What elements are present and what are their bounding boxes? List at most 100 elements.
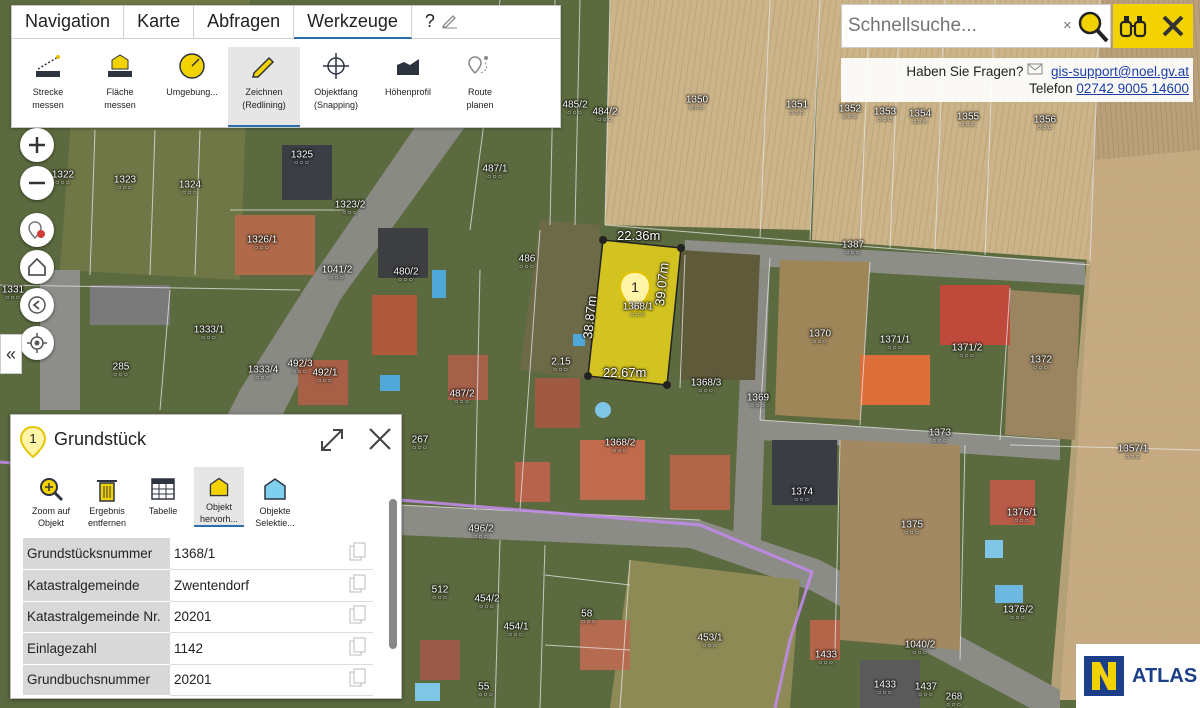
copy-icon bbox=[349, 637, 366, 656]
copy-button[interactable] bbox=[339, 538, 373, 570]
support-phone-link[interactable]: 02742 9005 14600 bbox=[1076, 81, 1189, 96]
ptool-label-line1: Objekte bbox=[259, 506, 291, 516]
home-button[interactable] bbox=[20, 250, 54, 284]
parcel-dots: ○○○ bbox=[113, 371, 129, 379]
parcel-dots: ○○○ bbox=[508, 631, 524, 639]
tool-label-line1: Objektfang bbox=[314, 87, 358, 97]
binoculars-icon bbox=[1119, 16, 1147, 38]
parcel-number-label: 1351 ○○○ bbox=[786, 100, 808, 117]
search-icon[interactable] bbox=[1076, 9, 1110, 45]
attribute-key: Einlagezahl bbox=[23, 632, 170, 665]
parcel-number-label: 1433 ○○○ bbox=[874, 680, 896, 697]
parcel-dots: ○○○ bbox=[182, 189, 198, 197]
parcel-number-label: 1333/4 ○○○ bbox=[248, 365, 279, 382]
parcel-number-label: 1350 ○○○ bbox=[686, 95, 708, 112]
location-pin-button[interactable] bbox=[20, 213, 54, 247]
table-icon bbox=[151, 478, 175, 500]
copy-icon bbox=[349, 542, 366, 561]
parcel-number-label: 453/1 ○○○ bbox=[697, 633, 722, 650]
select-objects-button[interactable]: Objekte Selektie... bbox=[247, 467, 303, 537]
crosshair-icon bbox=[323, 53, 349, 79]
redlining-button[interactable]: Zeichnen (Redlining) bbox=[228, 47, 300, 127]
close-search-button[interactable] bbox=[1153, 4, 1193, 48]
parcel-dots: ○○○ bbox=[887, 344, 903, 352]
parcel-dots: ○○○ bbox=[117, 184, 133, 192]
area-measure-icon bbox=[108, 54, 132, 77]
quick-search-box: × bbox=[841, 4, 1111, 48]
attribute-row: Katastralgemeinde Nr. 20201 bbox=[23, 601, 373, 633]
attribute-row: Grundstücksnummer 1368/1 bbox=[23, 538, 373, 570]
attribute-key: Grundbuchsnummer bbox=[23, 664, 170, 696]
parcel-number-label: 1323 ○○○ bbox=[114, 175, 136, 192]
clear-search-button[interactable]: × bbox=[1063, 17, 1072, 34]
locate-me-button[interactable] bbox=[20, 326, 54, 360]
parcel-number-label: 486 ○○○ bbox=[519, 254, 536, 271]
parcel-dots: ○○○ bbox=[479, 603, 495, 611]
zoom-to-object-button[interactable]: Zoom auf Objekt bbox=[23, 467, 79, 537]
advanced-search-button[interactable] bbox=[1113, 4, 1153, 48]
back-button[interactable] bbox=[20, 288, 54, 322]
arrow-left-icon bbox=[28, 296, 46, 314]
copy-button[interactable] bbox=[339, 601, 373, 633]
snapping-button[interactable]: Objektfang (Snapping) bbox=[300, 47, 372, 127]
expand-icon[interactable] bbox=[319, 427, 345, 453]
zoom-out-button[interactable] bbox=[20, 166, 54, 200]
parcel-dots: ○○○ bbox=[959, 352, 975, 360]
tab-werkzeuge[interactable]: Werkzeuge bbox=[294, 6, 412, 39]
parcel-dots: ○○○ bbox=[1037, 124, 1053, 132]
tool-bar: Strecke messen Fläche messen Umgebung...… bbox=[12, 39, 560, 127]
zoom-in-button[interactable] bbox=[20, 128, 54, 162]
parcel-dots: ○○○ bbox=[581, 618, 597, 626]
parcel-dots: ○○○ bbox=[473, 533, 489, 541]
collapse-sidebar-button[interactable]: « bbox=[0, 334, 22, 374]
noe-logo-icon bbox=[1084, 656, 1124, 696]
table-button[interactable]: Tabelle bbox=[135, 467, 191, 537]
search-input[interactable] bbox=[848, 15, 1058, 37]
remove-result-button[interactable]: Ergebnis entfernen bbox=[79, 467, 135, 537]
parcel-info-panel: 1 Grundstück Zoom auf Objekt Ergebnis en… bbox=[10, 414, 402, 699]
parcel-dots: ○○○ bbox=[487, 173, 503, 181]
parcel-number-label: 1433 ○○○ bbox=[815, 650, 837, 667]
measure-area-button[interactable]: Fläche messen bbox=[84, 47, 156, 127]
parcel-number-label: 1355 ○○○ bbox=[957, 112, 979, 129]
parcel-dots: ○○○ bbox=[317, 377, 333, 385]
parcel-dots: ○○○ bbox=[912, 649, 928, 657]
panel-toolbar: Zoom auf Objekt Ergebnis entfernen Tabel… bbox=[11, 467, 401, 537]
parcel-number-label: 1354 ○○○ bbox=[909, 109, 931, 126]
close-panel-icon[interactable] bbox=[367, 426, 393, 452]
measure-distance-button[interactable]: Strecke messen bbox=[12, 47, 84, 127]
pencil-icon bbox=[252, 56, 275, 78]
tab-help[interactable]: ? bbox=[412, 6, 472, 39]
parcel-number-label: 487/2 ○○○ bbox=[449, 389, 474, 406]
tab-karte[interactable]: Karte bbox=[124, 6, 195, 39]
parcel-number-label: 1353 ○○○ bbox=[874, 107, 896, 124]
parcel-number-label: 58 ○○○ bbox=[581, 609, 597, 626]
parcel-dots: ○○○ bbox=[630, 311, 646, 319]
scrollbar-thumb[interactable] bbox=[389, 499, 397, 649]
parcel-number-label: 492/3 ○○○ bbox=[287, 359, 312, 376]
attribute-value: 20201 bbox=[170, 601, 339, 633]
parcel-number-label: 1375 ○○○ bbox=[901, 520, 923, 537]
surroundings-button[interactable]: Umgebung... bbox=[156, 47, 228, 127]
parcel-dots: ○○○ bbox=[845, 249, 861, 257]
parcel-dots: ○○○ bbox=[519, 263, 535, 271]
tab-abfragen[interactable]: Abfragen bbox=[194, 6, 295, 39]
route-planning-button[interactable]: Route planen bbox=[444, 47, 516, 127]
parcel-number-label: 55 ○○○ bbox=[478, 682, 494, 699]
copy-button[interactable] bbox=[339, 664, 373, 696]
parcel-dots: ○○○ bbox=[329, 274, 345, 282]
panel-header: 1 Grundstück bbox=[11, 415, 401, 467]
route-pin-icon bbox=[468, 56, 488, 75]
attribute-row: Katastralgemeinde Zwentendorf bbox=[23, 569, 373, 602]
copy-button[interactable] bbox=[339, 569, 373, 602]
support-email-link[interactable]: gis-support@noel.gv.at bbox=[1051, 64, 1189, 79]
copy-button[interactable] bbox=[339, 632, 373, 665]
zoom-to-object-icon bbox=[40, 478, 64, 502]
parcel-number-label: 268 ○○○ bbox=[946, 692, 963, 708]
parcel-dots: ○○○ bbox=[912, 118, 928, 126]
highlight-object-button[interactable]: Objekt hervorh... bbox=[194, 467, 244, 527]
tab-navigation[interactable]: Navigation bbox=[12, 6, 125, 39]
trash-icon bbox=[97, 480, 117, 502]
panel-scrollbar[interactable] bbox=[387, 481, 399, 696]
elevation-profile-button[interactable]: Höhenprofil bbox=[372, 47, 444, 127]
